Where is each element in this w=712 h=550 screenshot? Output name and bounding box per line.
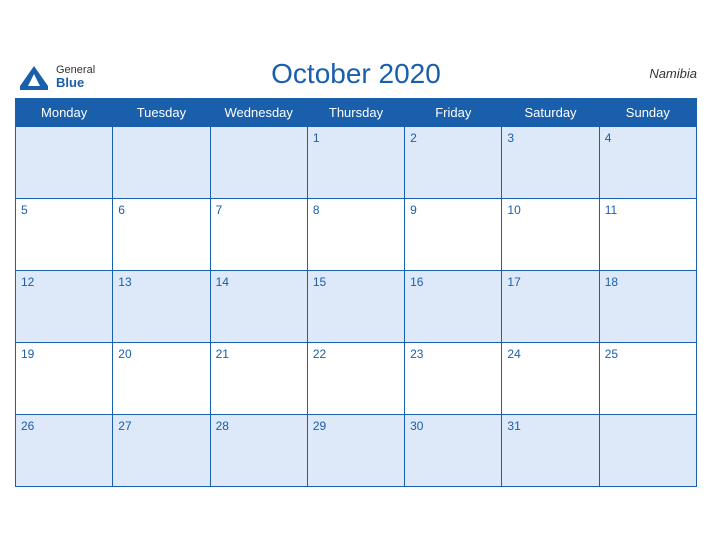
- day-number: 24: [507, 347, 520, 361]
- day-number: 22: [313, 347, 326, 361]
- calendar-cell: 31: [502, 415, 599, 487]
- day-number: 23: [410, 347, 423, 361]
- day-number: 13: [118, 275, 131, 289]
- calendar-cell: 28: [210, 415, 307, 487]
- calendar-cell: 6: [113, 199, 210, 271]
- calendar-cell: 8: [307, 199, 404, 271]
- calendar-cell: [210, 127, 307, 199]
- calendar-cell: [599, 415, 696, 487]
- day-number: 26: [21, 419, 34, 433]
- calendar-cell: 10: [502, 199, 599, 271]
- calendar-cell: 1: [307, 127, 404, 199]
- day-number: 8: [313, 203, 320, 217]
- calendar-cell: 26: [16, 415, 113, 487]
- country-label: Namibia: [649, 66, 697, 81]
- day-number: 17: [507, 275, 520, 289]
- calendar-cell: 27: [113, 415, 210, 487]
- day-number: 11: [605, 203, 617, 217]
- day-number: 20: [118, 347, 131, 361]
- weekday-header-monday: Monday: [16, 99, 113, 127]
- day-number: 29: [313, 419, 326, 433]
- calendar-cell: 20: [113, 343, 210, 415]
- day-number: 5: [21, 203, 28, 217]
- calendar-title: October 2020: [271, 58, 441, 90]
- calendar-cell: 21: [210, 343, 307, 415]
- calendar-wrapper: General Blue October 2020 Namibia Monday…: [0, 48, 712, 502]
- calendar-cell: 18: [599, 271, 696, 343]
- calendar-week-row: 26 27 28 29 30 31: [16, 415, 697, 487]
- day-number: 15: [313, 275, 326, 289]
- calendar-week-row: 12 13 14 15 16 17 18: [16, 271, 697, 343]
- calendar-cell: 30: [405, 415, 502, 487]
- calendar-cell: [113, 127, 210, 199]
- calendar-cell: 25: [599, 343, 696, 415]
- calendar-cell: 7: [210, 199, 307, 271]
- day-number: 12: [21, 275, 34, 289]
- calendar-week-row: 19 20 21 22 23 24 25: [16, 343, 697, 415]
- calendar-cell: 2: [405, 127, 502, 199]
- brand-svg-icon: [15, 58, 53, 96]
- brand-logo-area: General Blue: [15, 58, 95, 96]
- calendar-cell: 9: [405, 199, 502, 271]
- day-number: 16: [410, 275, 423, 289]
- weekday-header-sunday: Sunday: [599, 99, 696, 127]
- day-number: 2: [410, 131, 417, 145]
- calendar-cell: 4: [599, 127, 696, 199]
- day-number: 4: [605, 131, 612, 145]
- calendar-cell: 19: [16, 343, 113, 415]
- calendar-cell: 13: [113, 271, 210, 343]
- day-number: 31: [507, 419, 520, 433]
- calendar-cell: 3: [502, 127, 599, 199]
- day-number: 19: [21, 347, 34, 361]
- calendar-header: General Blue October 2020 Namibia: [15, 58, 697, 90]
- calendar-cell: 22: [307, 343, 404, 415]
- day-number: 27: [118, 419, 131, 433]
- calendar-week-row: 5 6 7 8 9 10 11: [16, 199, 697, 271]
- brand-text: General Blue: [56, 64, 95, 90]
- weekday-header-row: MondayTuesdayWednesdayThursdayFridaySatu…: [16, 99, 697, 127]
- calendar-cell: 16: [405, 271, 502, 343]
- calendar-table: MondayTuesdayWednesdayThursdayFridaySatu…: [15, 98, 697, 487]
- day-number: 28: [216, 419, 229, 433]
- day-number: 3: [507, 131, 514, 145]
- weekday-header-tuesday: Tuesday: [113, 99, 210, 127]
- weekday-header-wednesday: Wednesday: [210, 99, 307, 127]
- weekday-header-thursday: Thursday: [307, 99, 404, 127]
- calendar-week-row: 1 2 3 4: [16, 127, 697, 199]
- day-number: 9: [410, 203, 417, 217]
- day-number: 1: [313, 131, 320, 145]
- day-number: 7: [216, 203, 223, 217]
- calendar-cell: 24: [502, 343, 599, 415]
- weekday-header-saturday: Saturday: [502, 99, 599, 127]
- calendar-cell: 23: [405, 343, 502, 415]
- day-number: 10: [507, 203, 520, 217]
- day-number: 30: [410, 419, 423, 433]
- calendar-cell: 29: [307, 415, 404, 487]
- day-number: 6: [118, 203, 125, 217]
- calendar-cell: 14: [210, 271, 307, 343]
- calendar-cell: 5: [16, 199, 113, 271]
- weekday-header-friday: Friday: [405, 99, 502, 127]
- brand-blue-label: Blue: [56, 76, 95, 90]
- calendar-cell: 17: [502, 271, 599, 343]
- day-number: 14: [216, 275, 229, 289]
- calendar-cell: 15: [307, 271, 404, 343]
- day-number: 18: [605, 275, 618, 289]
- day-number: 21: [216, 347, 229, 361]
- calendar-cell: 12: [16, 271, 113, 343]
- calendar-cell: 11: [599, 199, 696, 271]
- calendar-cell: [16, 127, 113, 199]
- day-number: 25: [605, 347, 618, 361]
